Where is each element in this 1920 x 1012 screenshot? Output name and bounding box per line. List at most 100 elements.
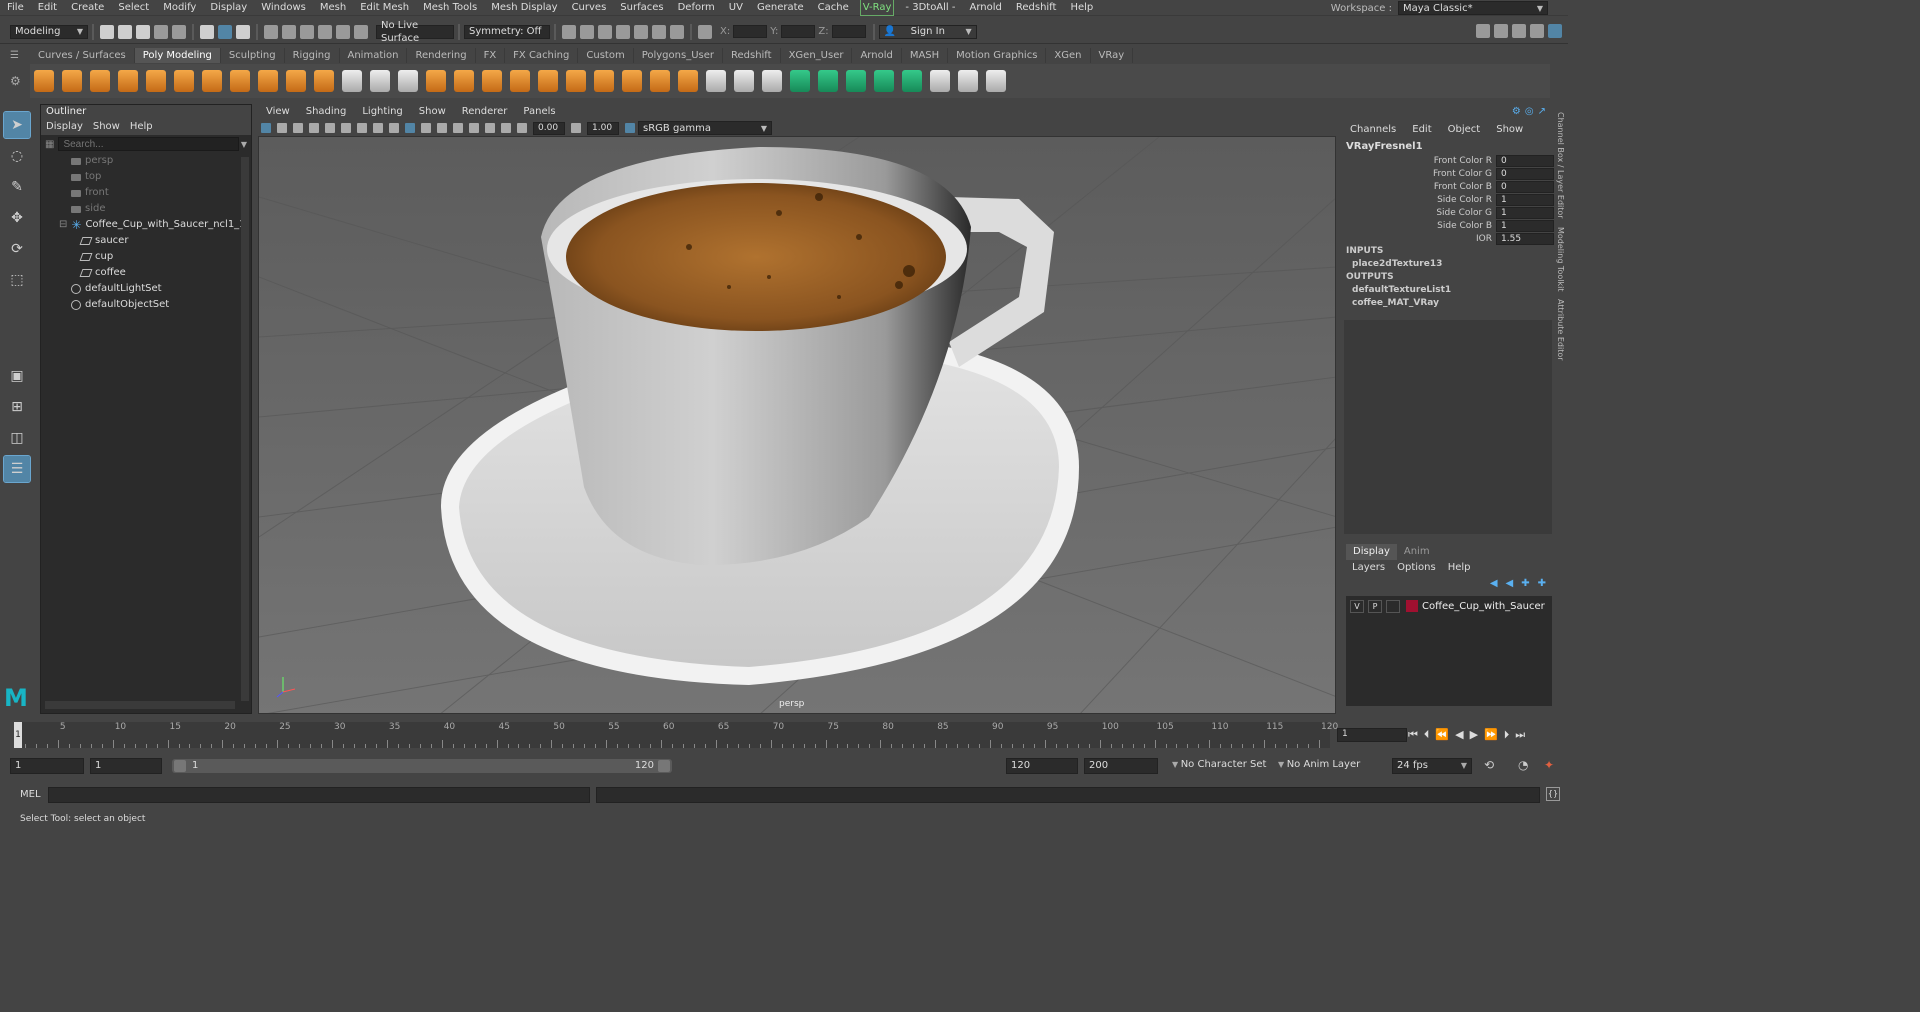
snap-surface-icon[interactable]	[336, 24, 350, 39]
move-layer-up-icon[interactable]: ◀	[1490, 578, 1498, 589]
mirror-icon[interactable]	[398, 70, 418, 92]
shelf-tab[interactable]: Rendering	[407, 48, 476, 63]
menu-item[interactable]: File	[0, 0, 31, 15]
shelf-tab[interactable]: Arnold	[852, 48, 902, 63]
modeling-toolkit-icon[interactable]	[1476, 24, 1490, 38]
symmetry-dropdown[interactable]: Symmetry: Off	[464, 24, 550, 39]
shelf-tab[interactable]: FX	[476, 48, 506, 63]
attribute-name[interactable]: IOR	[1476, 234, 1492, 244]
viewport-menu-item[interactable]: Show	[411, 104, 454, 120]
select-hierarchy-icon[interactable]	[200, 24, 214, 39]
step-back-key-icon[interactable]: ⏪	[1435, 728, 1449, 742]
bevel-icon[interactable]	[510, 70, 530, 92]
output-node[interactable]: coffee_MAT_VRay	[1342, 297, 1554, 310]
shelf-tab[interactable]: Rigging	[285, 48, 340, 63]
shelf-tab[interactable]: Curves / Surfaces	[30, 48, 135, 63]
x-field[interactable]	[733, 25, 768, 38]
multi-cut-icon[interactable]	[706, 70, 726, 92]
channel-box-menu-item[interactable]: Show	[1488, 122, 1531, 138]
y-field[interactable]	[781, 25, 816, 38]
outliner-camera-item[interactable]: front	[41, 185, 251, 201]
poly-torus-icon[interactable]	[146, 70, 166, 92]
attribute-value-field[interactable]: 0	[1496, 154, 1554, 167]
chevron-down-icon[interactable]: ▼	[241, 140, 247, 149]
fps-dropdown[interactable]: 24 fps ▼	[1392, 758, 1472, 774]
menu-item[interactable]: Select	[111, 0, 156, 15]
menu-item[interactable]: - 3DtoAll -	[898, 0, 962, 15]
select-tool-icon[interactable]: ➤	[3, 111, 31, 139]
move-layer-down-icon[interactable]: ◀	[1506, 578, 1514, 589]
pause-icon[interactable]	[670, 24, 684, 39]
color-management-icon[interactable]	[625, 123, 635, 133]
collapse-icon[interactable]	[650, 70, 670, 92]
side-tab[interactable]: Channel Box / Layer Editor	[1556, 112, 1565, 219]
undo-icon[interactable]	[154, 24, 168, 39]
rotate-tool-icon[interactable]: ⟳	[4, 236, 30, 262]
outliner-menu-item[interactable]: Help	[125, 119, 158, 135]
resolution-gate-icon[interactable]	[357, 123, 367, 133]
animation-start-field[interactable]: 1	[10, 758, 84, 774]
extrude-icon[interactable]	[454, 70, 474, 92]
poly-cylinder-icon[interactable]	[90, 70, 110, 92]
channel-box-menu-item[interactable]: Object	[1440, 122, 1489, 138]
sign-in-button[interactable]: 👤 Sign In ▼	[878, 24, 977, 39]
exposure-icon[interactable]	[517, 123, 527, 133]
command-input[interactable]	[48, 787, 590, 803]
poly-cube-icon[interactable]	[62, 70, 82, 92]
shelf-tab[interactable]: Sculpting	[221, 48, 285, 63]
viewport-menu-item[interactable]: Panels	[515, 104, 563, 120]
viewport-3d[interactable]: persp	[258, 136, 1336, 714]
two-pane-icon[interactable]: ◫	[4, 425, 30, 451]
output-node[interactable]: defaultTextureList1	[1342, 284, 1554, 297]
snap-point-icon[interactable]	[300, 24, 314, 39]
snap-view-icon[interactable]	[318, 24, 332, 39]
shelf-tab[interactable]: Polygons_User	[634, 48, 723, 63]
camera-attributes-icon[interactable]	[261, 123, 271, 133]
platonic-solid-icon[interactable]	[230, 70, 250, 92]
menu-item[interactable]: Surfaces	[613, 0, 670, 15]
film-gate-icon[interactable]	[341, 123, 351, 133]
svg-icon[interactable]	[314, 70, 334, 92]
layer-tab[interactable]: Display	[1346, 544, 1397, 560]
shelf-tab[interactable]: XGen_User	[781, 48, 853, 63]
layer-color-swatch[interactable]	[1406, 600, 1418, 612]
single-pane-icon[interactable]: ▣	[4, 363, 30, 389]
auto-key-icon[interactable]: ◔	[1518, 758, 1528, 772]
workspace-dropdown[interactable]: Maya Classic* ▼	[1398, 1, 1548, 15]
outliner-menu-item[interactable]: Display	[41, 119, 88, 135]
attribute-value-field[interactable]: 1	[1496, 193, 1554, 206]
channel-box-menu-item[interactable]: Edit	[1404, 122, 1439, 138]
snap-vertex-icon[interactable]	[354, 24, 368, 39]
range-end-handle[interactable]	[658, 760, 670, 772]
attribute-editor-icon[interactable]	[1494, 24, 1508, 38]
menu-item[interactable]: Curves	[565, 0, 614, 15]
menu-item[interactable]: Cache	[811, 0, 856, 15]
snap-grid-icon[interactable]	[264, 24, 278, 39]
range-bar[interactable]: 1 120	[172, 759, 672, 773]
ipr-render-icon[interactable]	[598, 24, 612, 39]
append-icon[interactable]	[594, 70, 614, 92]
render-view-icon[interactable]	[562, 24, 576, 39]
bool-union-icon[interactable]	[538, 70, 558, 92]
menu-item[interactable]: Display	[203, 0, 254, 15]
attribute-value-field[interactable]: 0	[1496, 180, 1554, 193]
step-back-icon[interactable]: ⏴	[1424, 728, 1430, 742]
outliner-search-input[interactable]	[58, 137, 239, 151]
outliner-set-item[interactable]: defaultLightSet	[41, 281, 251, 297]
current-frame-field[interactable]: 1	[1337, 728, 1407, 742]
channel-box-menu-item[interactable]: Channels	[1342, 122, 1404, 138]
outliner-mesh-item[interactable]: saucer	[41, 233, 251, 249]
channel-key-icon[interactable]: ◎	[1525, 106, 1534, 117]
menu-item[interactable]: UV	[722, 0, 750, 15]
lasso-tool-icon[interactable]: ◌	[4, 143, 30, 169]
cut-uv-icon[interactable]	[930, 70, 950, 92]
menu-item-vray[interactable]: V-Ray	[859, 0, 895, 16]
loop-icon[interactable]: ⟲	[1484, 758, 1494, 772]
open-scene-icon[interactable]	[118, 24, 132, 39]
channel-sync-icon[interactable]: ⚙	[1512, 106, 1521, 117]
shelf-tab[interactable]: XGen	[1046, 48, 1091, 63]
render-settings-icon[interactable]	[616, 24, 630, 39]
z-field[interactable]	[831, 25, 866, 38]
new-layer-icon[interactable]: ✚	[1521, 578, 1529, 589]
outliner-mesh-item[interactable]: coffee	[41, 265, 251, 281]
